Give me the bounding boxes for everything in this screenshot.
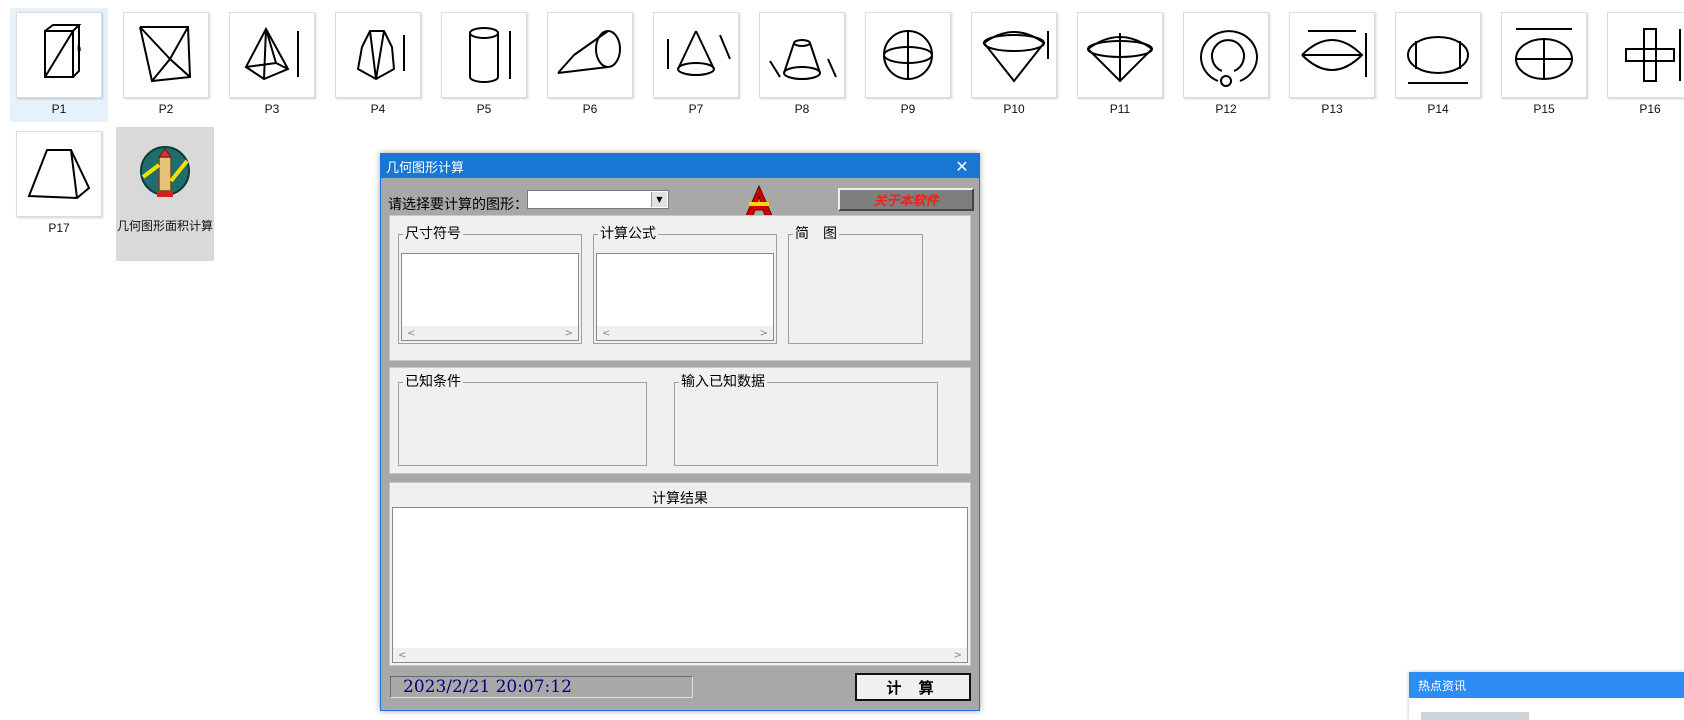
dimension-symbol-label: 尺寸符号 — [405, 226, 461, 242]
file-p3[interactable]: P3 — [223, 8, 321, 116]
file-p6[interactable]: P6 — [541, 8, 639, 116]
file-p14[interactable]: P14 — [1389, 8, 1487, 116]
chevron-down-icon[interactable]: ▼ — [651, 192, 667, 207]
diagram-label: 简 图 — [795, 226, 837, 242]
file-label: 几何图形面积计算 — [116, 219, 213, 233]
file-p15[interactable]: P15 — [1495, 8, 1593, 116]
svg-text:h: h — [77, 45, 81, 53]
dialog-title: 几何图形计算 — [386, 160, 465, 176]
result-title: 计算结果 — [652, 491, 708, 507]
file-label: P5 — [476, 102, 492, 116]
ellipsoid-thumbnail-icon — [1501, 12, 1587, 98]
result-scrollbar[interactable]: < > — [393, 648, 967, 662]
file-label: P3 — [264, 102, 280, 116]
oblique-cylinder-thumbnail-icon — [547, 12, 633, 98]
file-p5[interactable]: P5 — [435, 8, 533, 116]
file-label: P16 — [1639, 102, 1661, 116]
dimension-scrollbar[interactable]: < > — [402, 326, 578, 340]
file-label: P14 — [1427, 102, 1449, 116]
input-panel: 已知条件 输入已知数据 — [389, 367, 971, 474]
formula-panel: 尺寸符号 < > 计算公式 < > 简 图 — [389, 215, 971, 361]
scroll-left-icon[interactable]: < — [407, 328, 415, 339]
input-data-group: 输入已知数据 — [674, 375, 938, 466]
frustum-cone-thumbnail-icon — [759, 12, 845, 98]
cone-thumbnail-icon — [653, 12, 739, 98]
news-thumbnail[interactable] — [1421, 712, 1529, 720]
scroll-right-icon[interactable]: > — [760, 328, 768, 339]
dimension-symbol-group: 尺寸符号 < > — [398, 227, 582, 344]
shape-select-dropdown[interactable]: ▼ — [527, 190, 669, 209]
scroll-right-icon[interactable]: > — [565, 328, 573, 339]
file-p11[interactable]: P11 — [1071, 8, 1169, 116]
file-label: P6 — [582, 102, 598, 116]
result-textarea[interactable]: < > — [392, 507, 968, 663]
file-label: P11 — [1109, 102, 1131, 116]
result-panel: 计算结果 < > — [389, 482, 971, 666]
cross-cylinder-thumbnail-icon — [1607, 12, 1684, 98]
news-popup-title: 热点资讯 — [1409, 672, 1684, 698]
file-label: P10 — [1003, 102, 1025, 116]
spherical-cap-thumbnail-icon — [1077, 12, 1163, 98]
datetime-display: 2023/2/21 20:07:12 — [390, 676, 693, 698]
app-geometry-calculator[interactable]: 几何图形面积计算 — [116, 127, 214, 261]
formula-group: 计算公式 < > — [593, 227, 777, 344]
file-p4[interactable]: P4 — [329, 8, 427, 116]
formula-label: 计算公式 — [600, 226, 656, 242]
scroll-right-icon[interactable]: > — [954, 650, 962, 661]
frustum-pyramid-thumbnail-icon — [335, 12, 421, 98]
known-conditions-label: 已知条件 — [405, 374, 461, 390]
file-p9[interactable]: P9 — [859, 8, 957, 116]
file-label: P7 — [688, 102, 704, 116]
close-icon[interactable]: ✕ — [951, 157, 973, 176]
shape-select-label: 请选择要计算的图形： — [388, 197, 528, 213]
spherical-sector-thumbnail-icon — [971, 12, 1057, 98]
spherical-zone-thumbnail-icon — [1289, 12, 1375, 98]
dialog-titlebar[interactable]: 几何图形计算 ✕ — [381, 154, 979, 178]
sphere-thumbnail-icon — [865, 12, 951, 98]
file-label: P8 — [794, 102, 810, 116]
geometry-calculator-dialog: 几何图形计算 ✕ 请选择要计算的图形： ▼ 关于本软件 尺寸符号 < > 计算公… — [380, 153, 980, 711]
triangular-prism-thumbnail-icon — [123, 12, 209, 98]
file-label: P12 — [1215, 102, 1237, 116]
scroll-left-icon[interactable]: < — [398, 650, 406, 661]
torus-thumbnail-icon — [1183, 12, 1269, 98]
frustum-prism-thumbnail-icon — [16, 131, 102, 217]
about-button[interactable]: 关于本软件 — [838, 188, 974, 211]
file-p1[interactable]: h P1 — [10, 8, 108, 122]
formula-list[interactable]: < > — [596, 253, 774, 341]
file-p10[interactable]: P10 — [965, 8, 1063, 116]
file-p13[interactable]: P13 — [1283, 8, 1381, 116]
dimension-symbol-list[interactable]: < > — [401, 253, 579, 341]
file-label: P4 — [370, 102, 386, 116]
file-p12[interactable]: P12 — [1177, 8, 1275, 116]
cylinder-thumbnail-icon — [441, 12, 527, 98]
diagram-group: 简 图 — [788, 227, 923, 344]
file-p17[interactable]: P17 — [10, 127, 108, 235]
calculator-app-icon — [123, 131, 207, 215]
file-p7[interactable]: P7 — [647, 8, 745, 116]
file-label: P2 — [158, 102, 174, 116]
file-p16[interactable]: P16 — [1601, 8, 1684, 116]
prism-thumbnail-icon: h — [16, 12, 102, 98]
barrel-thumbnail-icon — [1395, 12, 1481, 98]
scroll-left-icon[interactable]: < — [602, 328, 610, 339]
file-label: P1 — [51, 102, 67, 116]
file-p2[interactable]: P2 — [117, 8, 215, 116]
file-label: P9 — [900, 102, 916, 116]
file-label: P13 — [1321, 102, 1343, 116]
input-data-label: 输入已知数据 — [681, 374, 765, 390]
news-popup[interactable]: 热点资讯 — [1409, 672, 1684, 720]
file-label: P15 — [1533, 102, 1555, 116]
pyramid-thumbnail-icon — [229, 12, 315, 98]
known-conditions-group: 已知条件 — [398, 375, 647, 466]
file-p8[interactable]: P8 — [753, 8, 851, 116]
formula-scrollbar[interactable]: < > — [597, 326, 773, 340]
calculate-button[interactable]: 计 算 — [855, 673, 971, 701]
file-label: P17 — [48, 221, 70, 235]
